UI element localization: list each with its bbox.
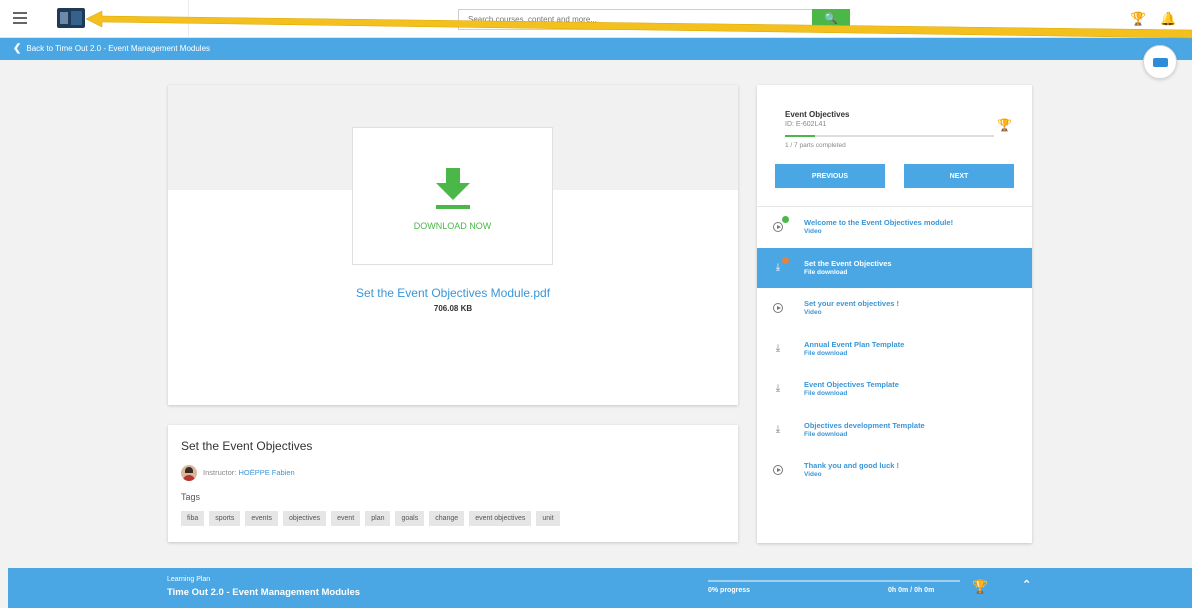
- video-call-button[interactable]: [1143, 45, 1177, 79]
- trophy-icon: 🏆: [972, 579, 989, 594]
- sub-bar: ❮ Back to Time Out 2.0 - Event Management…: [0, 38, 1192, 60]
- course-title: Event Objectives: [785, 110, 850, 119]
- content-card: DOWNLOAD NOW Set the Event Objectives Mo…: [168, 85, 738, 405]
- download-icon: ⤓: [775, 383, 781, 394]
- module-sidebar: Event Objectives ID: E-602L41 🏆 1 / 7 pa…: [757, 85, 1032, 543]
- learning-plan-progress: 0% progress: [708, 587, 751, 594]
- learning-plan-progress-bar: [708, 580, 960, 582]
- in-progress-icon: [782, 256, 789, 264]
- tag[interactable]: sports: [209, 511, 241, 526]
- module-list-item[interactable]: Welcome to the Event Objectives module! V…: [757, 207, 1032, 248]
- file-size: 706.08 KB: [433, 304, 473, 313]
- completed-check-icon: [782, 216, 789, 223]
- next-button[interactable]: NEXT: [904, 164, 1014, 188]
- tag[interactable]: event objectives: [469, 511, 532, 526]
- learning-plan-time: 0h 0m / 0h 0m: [888, 587, 935, 594]
- download-now-label: DOWNLOAD NOW: [413, 221, 492, 231]
- module-type: File download: [804, 430, 848, 438]
- parts-completed: 1 / 7 parts completed: [785, 142, 846, 149]
- learning-plan-bar: Learning Plan Time Out 2.0 - Event Manag…: [8, 568, 1192, 608]
- course-id: ID: E-602L41: [785, 121, 827, 128]
- play-circle-icon: [772, 464, 784, 476]
- module-info-card: Set the Event Objectives Instructor: HOË…: [168, 425, 738, 542]
- play-circle-icon: [772, 221, 784, 233]
- back-link[interactable]: ❮ Back to Time Out 2.0 - Event Management…: [13, 38, 210, 60]
- download-icon: ⤓: [775, 261, 781, 273]
- module-title: Set the Event Objectives: [804, 258, 892, 268]
- module-type: File download: [804, 349, 848, 357]
- trophy-icon: 🏆: [997, 118, 1012, 132]
- logo[interactable]: [57, 8, 85, 28]
- learning-plan-name: Time Out 2.0 - Event Management Modules: [167, 587, 361, 598]
- module-title: Welcome to the Event Objectives module!: [804, 218, 954, 227]
- module-type: Video: [804, 471, 822, 478]
- module-list-item[interactable]: Set your event objectives ! Video: [757, 288, 1032, 329]
- search-button[interactable]: 🔍: [812, 9, 850, 30]
- video-icon: [1153, 58, 1168, 67]
- tag[interactable]: unit: [536, 511, 560, 526]
- tag[interactable]: objectives: [282, 511, 327, 526]
- module-title: Thank you and good luck !: [804, 461, 900, 470]
- tag[interactable]: fiba: [181, 511, 205, 526]
- tag[interactable]: change: [429, 511, 465, 526]
- divider: [188, 0, 189, 38]
- tag[interactable]: events: [245, 511, 278, 526]
- module-title: Objectives development Template: [804, 420, 925, 430]
- instructor-label: Instructor:: [203, 468, 237, 477]
- hamburger-icon[interactable]: [13, 12, 27, 24]
- module-type: File download: [804, 268, 848, 276]
- module-type: Video: [804, 309, 822, 316]
- learning-plan-label: Learning Plan: [167, 576, 211, 583]
- tag[interactable]: event: [331, 511, 361, 526]
- module-list-item[interactable]: Thank you and good luck ! Video: [757, 450, 1032, 491]
- file-name-link[interactable]: Set the Event Objectives Module.pdf: [168, 286, 738, 300]
- module-title: Event Objectives Template: [804, 380, 899, 389]
- tag[interactable]: goals: [395, 511, 425, 526]
- module-type: Video: [804, 228, 822, 235]
- download-now-button[interactable]: DOWNLOAD NOW: [352, 127, 553, 265]
- module-type: File download: [804, 390, 848, 397]
- course-progress-fill: [785, 135, 815, 137]
- tags-label: Tags: [181, 492, 201, 502]
- avatar: [181, 465, 197, 482]
- play-circle-icon: [772, 302, 784, 314]
- instructor-row: Instructor: HOËPPE Fabien: [181, 464, 295, 482]
- chevron-left-icon: ❮: [13, 43, 22, 54]
- search-icon: 🔍: [824, 13, 838, 25]
- download-icon: [436, 168, 470, 209]
- tag-list: fiba sports events objectives event plan…: [181, 511, 560, 526]
- top-bar: 🔍 🏆 🔔: [0, 0, 1192, 38]
- previous-button[interactable]: PREVIOUS: [775, 164, 885, 188]
- module-title: Set the Event Objectives: [181, 439, 313, 453]
- module-list-item[interactable]: ⤓ Set the Event Objectives File download: [757, 247, 1032, 288]
- trophy-icon[interactable]: 🏆: [1130, 11, 1146, 27]
- module-title: Set your event objectives !: [804, 299, 900, 308]
- download-icon: ⤓: [775, 342, 781, 354]
- course-progress-bar: [785, 135, 994, 137]
- module-list-item[interactable]: ⤓ Annual Event Plan Template File download: [757, 329, 1032, 370]
- tag[interactable]: plan: [365, 511, 391, 526]
- module-title: Annual Event Plan Template: [804, 339, 905, 349]
- instructor-name-link[interactable]: HOËPPE Fabien: [238, 468, 294, 477]
- back-label: Back to Time Out 2.0 - Event Management …: [26, 44, 211, 53]
- download-icon: ⤓: [775, 423, 781, 435]
- bell-icon[interactable]: 🔔: [1160, 11, 1176, 27]
- module-list-item[interactable]: ⤓ Event Objectives Template File download: [757, 369, 1032, 410]
- module-list: Welcome to the Event Objectives module! V…: [757, 207, 1032, 491]
- search-input[interactable]: [458, 9, 812, 30]
- module-list-item[interactable]: ⤓ Objectives development Template File dow…: [757, 410, 1032, 451]
- chevron-up-icon[interactable]: ⌃: [1022, 578, 1031, 591]
